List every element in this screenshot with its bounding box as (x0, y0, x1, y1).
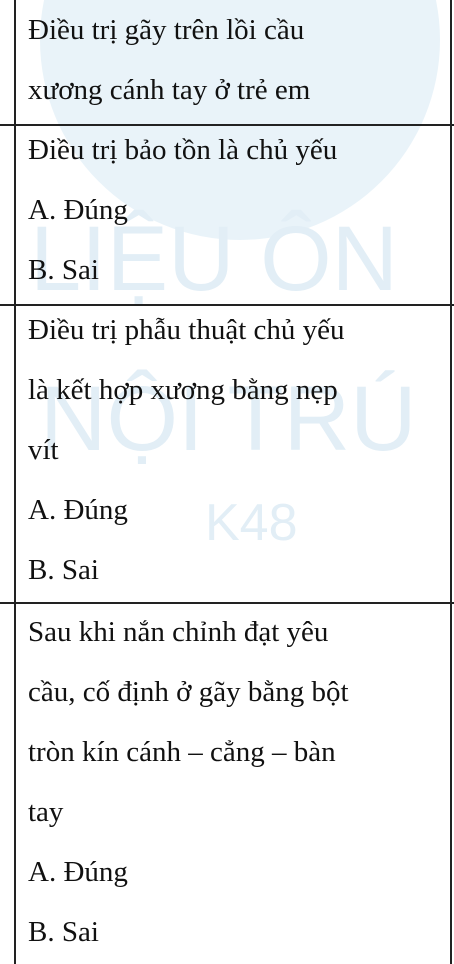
cell-line: Điều trị gãy trên lồi cầu (28, 14, 305, 46)
question-text: vít (28, 434, 59, 466)
question-text: cầu, cố định ở gãy bằng bột (28, 676, 349, 708)
topic-cell: Điều trị gãy trên lồi cầu xương cánh tay… (28, 0, 448, 120)
answer-option-b: B. Sai (28, 916, 99, 948)
question-cell: Điều trị bảo tồn là chủ yếu A. Đúng B. S… (28, 120, 448, 300)
question-text: Điều trị bảo tồn là chủ yếu (28, 134, 338, 166)
question-text: Điều trị phẫu thuật chủ yếu (28, 314, 345, 346)
answer-option-b: B. Sai (28, 554, 99, 586)
question-cell: Sau khi nắn chỉnh đạt yêu cầu, cố định ở… (28, 602, 448, 962)
table-right-border (450, 0, 452, 964)
answer-option-a: A. Đúng (28, 856, 128, 888)
answer-option-b: B. Sai (28, 254, 99, 286)
question-cell: Điều trị phẫu thuật chủ yếu là kết hợp x… (28, 300, 448, 600)
question-text: Sau khi nắn chỉnh đạt yêu (28, 616, 329, 648)
answer-option-a: A. Đúng (28, 194, 128, 226)
question-text: là kết hợp xương bằng nẹp (28, 374, 338, 406)
question-text: tay (28, 796, 64, 828)
table-left-border (14, 0, 16, 964)
answer-option-a: A. Đúng (28, 494, 128, 526)
cell-line: xương cánh tay ở trẻ em (28, 74, 311, 106)
question-text: tròn kín cánh – cẳng – bàn (28, 736, 336, 768)
question-table: Điều trị gãy trên lồi cầu xương cánh tay… (0, 0, 454, 964)
